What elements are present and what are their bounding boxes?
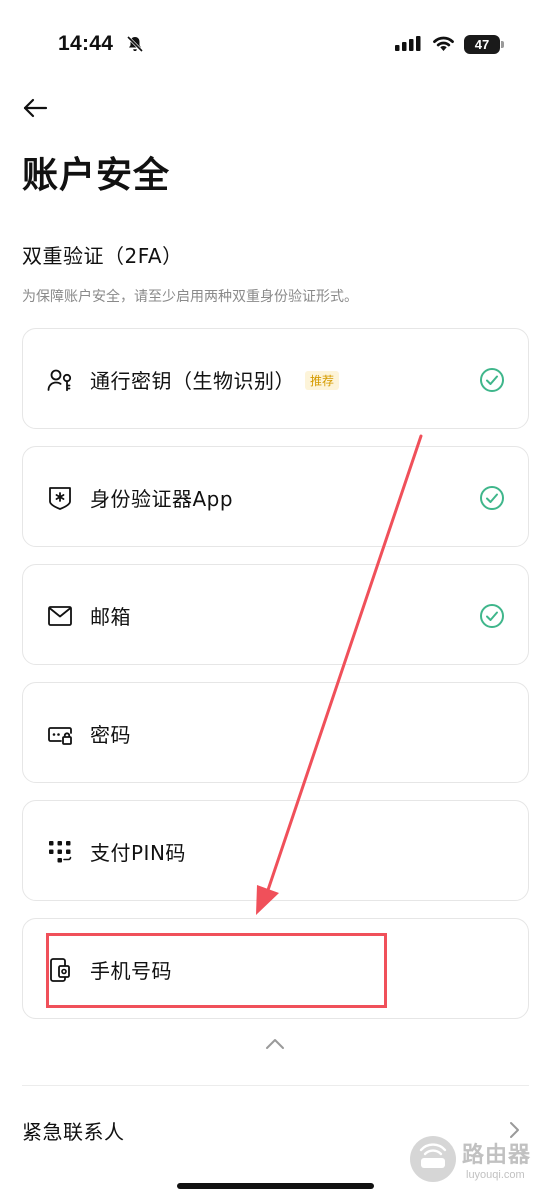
page-title: 账户安全	[22, 155, 171, 196]
router-glyph	[419, 1143, 447, 1168]
emergency-contact-label: 紧急联系人	[22, 1120, 125, 1144]
option-passkey[interactable]: 通行密钥（生物识别） 推荐	[22, 328, 529, 429]
option-label: 密码	[90, 723, 131, 747]
section-divider	[22, 1085, 529, 1086]
option-label: 身份验证器App	[90, 487, 234, 511]
check-circle-icon	[480, 604, 504, 628]
option-authenticator[interactable]: 身份验证器App	[22, 446, 529, 547]
option-password[interactable]: 密码	[22, 682, 529, 783]
recommended-badge: 推荐	[305, 371, 340, 390]
option-label: 邮箱	[90, 605, 131, 629]
option-email[interactable]: 邮箱	[22, 564, 529, 665]
option-label: 手机号码	[90, 959, 172, 983]
check-circle-icon	[480, 486, 504, 510]
arrow-left-icon[interactable]	[22, 96, 50, 120]
password-icon	[48, 727, 72, 745]
option-phone-number[interactable]: 手机号码	[22, 918, 529, 1019]
watermark-subtitle: luyouqi.com	[466, 1169, 525, 1181]
watermark-title: 路由器	[462, 1143, 532, 1168]
pin-keypad-icon	[49, 841, 72, 863]
passkey-icon	[47, 369, 72, 392]
wifi-icon	[433, 36, 454, 51]
watermark-logo: 路由器 luyouqi.com	[410, 1136, 550, 1188]
battery-icon: 47	[464, 35, 500, 54]
option-label: 支付PIN码	[90, 841, 186, 865]
section-description: 为保障账户安全，请至少启用两种双重身份验证形式。	[22, 289, 358, 305]
bell-muted-icon	[126, 35, 144, 53]
mail-icon	[48, 606, 72, 626]
status-bar: 14:44 47	[0, 0, 551, 90]
battery-cap	[501, 41, 504, 48]
option-payment-pin[interactable]: 支付PIN码	[22, 800, 529, 901]
section-title-2fa: 双重验证（2FA）	[22, 244, 183, 268]
signal-icon	[395, 36, 421, 51]
option-label: 通行密钥（生物识别）	[90, 369, 295, 393]
chevron-up-icon[interactable]	[264, 1036, 286, 1052]
authenticator-icon	[49, 487, 71, 510]
status-time: 14:44	[58, 32, 114, 55]
home-indicator[interactable]	[177, 1183, 374, 1189]
phone-icon	[50, 958, 70, 982]
router-icon	[410, 1136, 456, 1182]
check-circle-icon	[480, 368, 504, 392]
